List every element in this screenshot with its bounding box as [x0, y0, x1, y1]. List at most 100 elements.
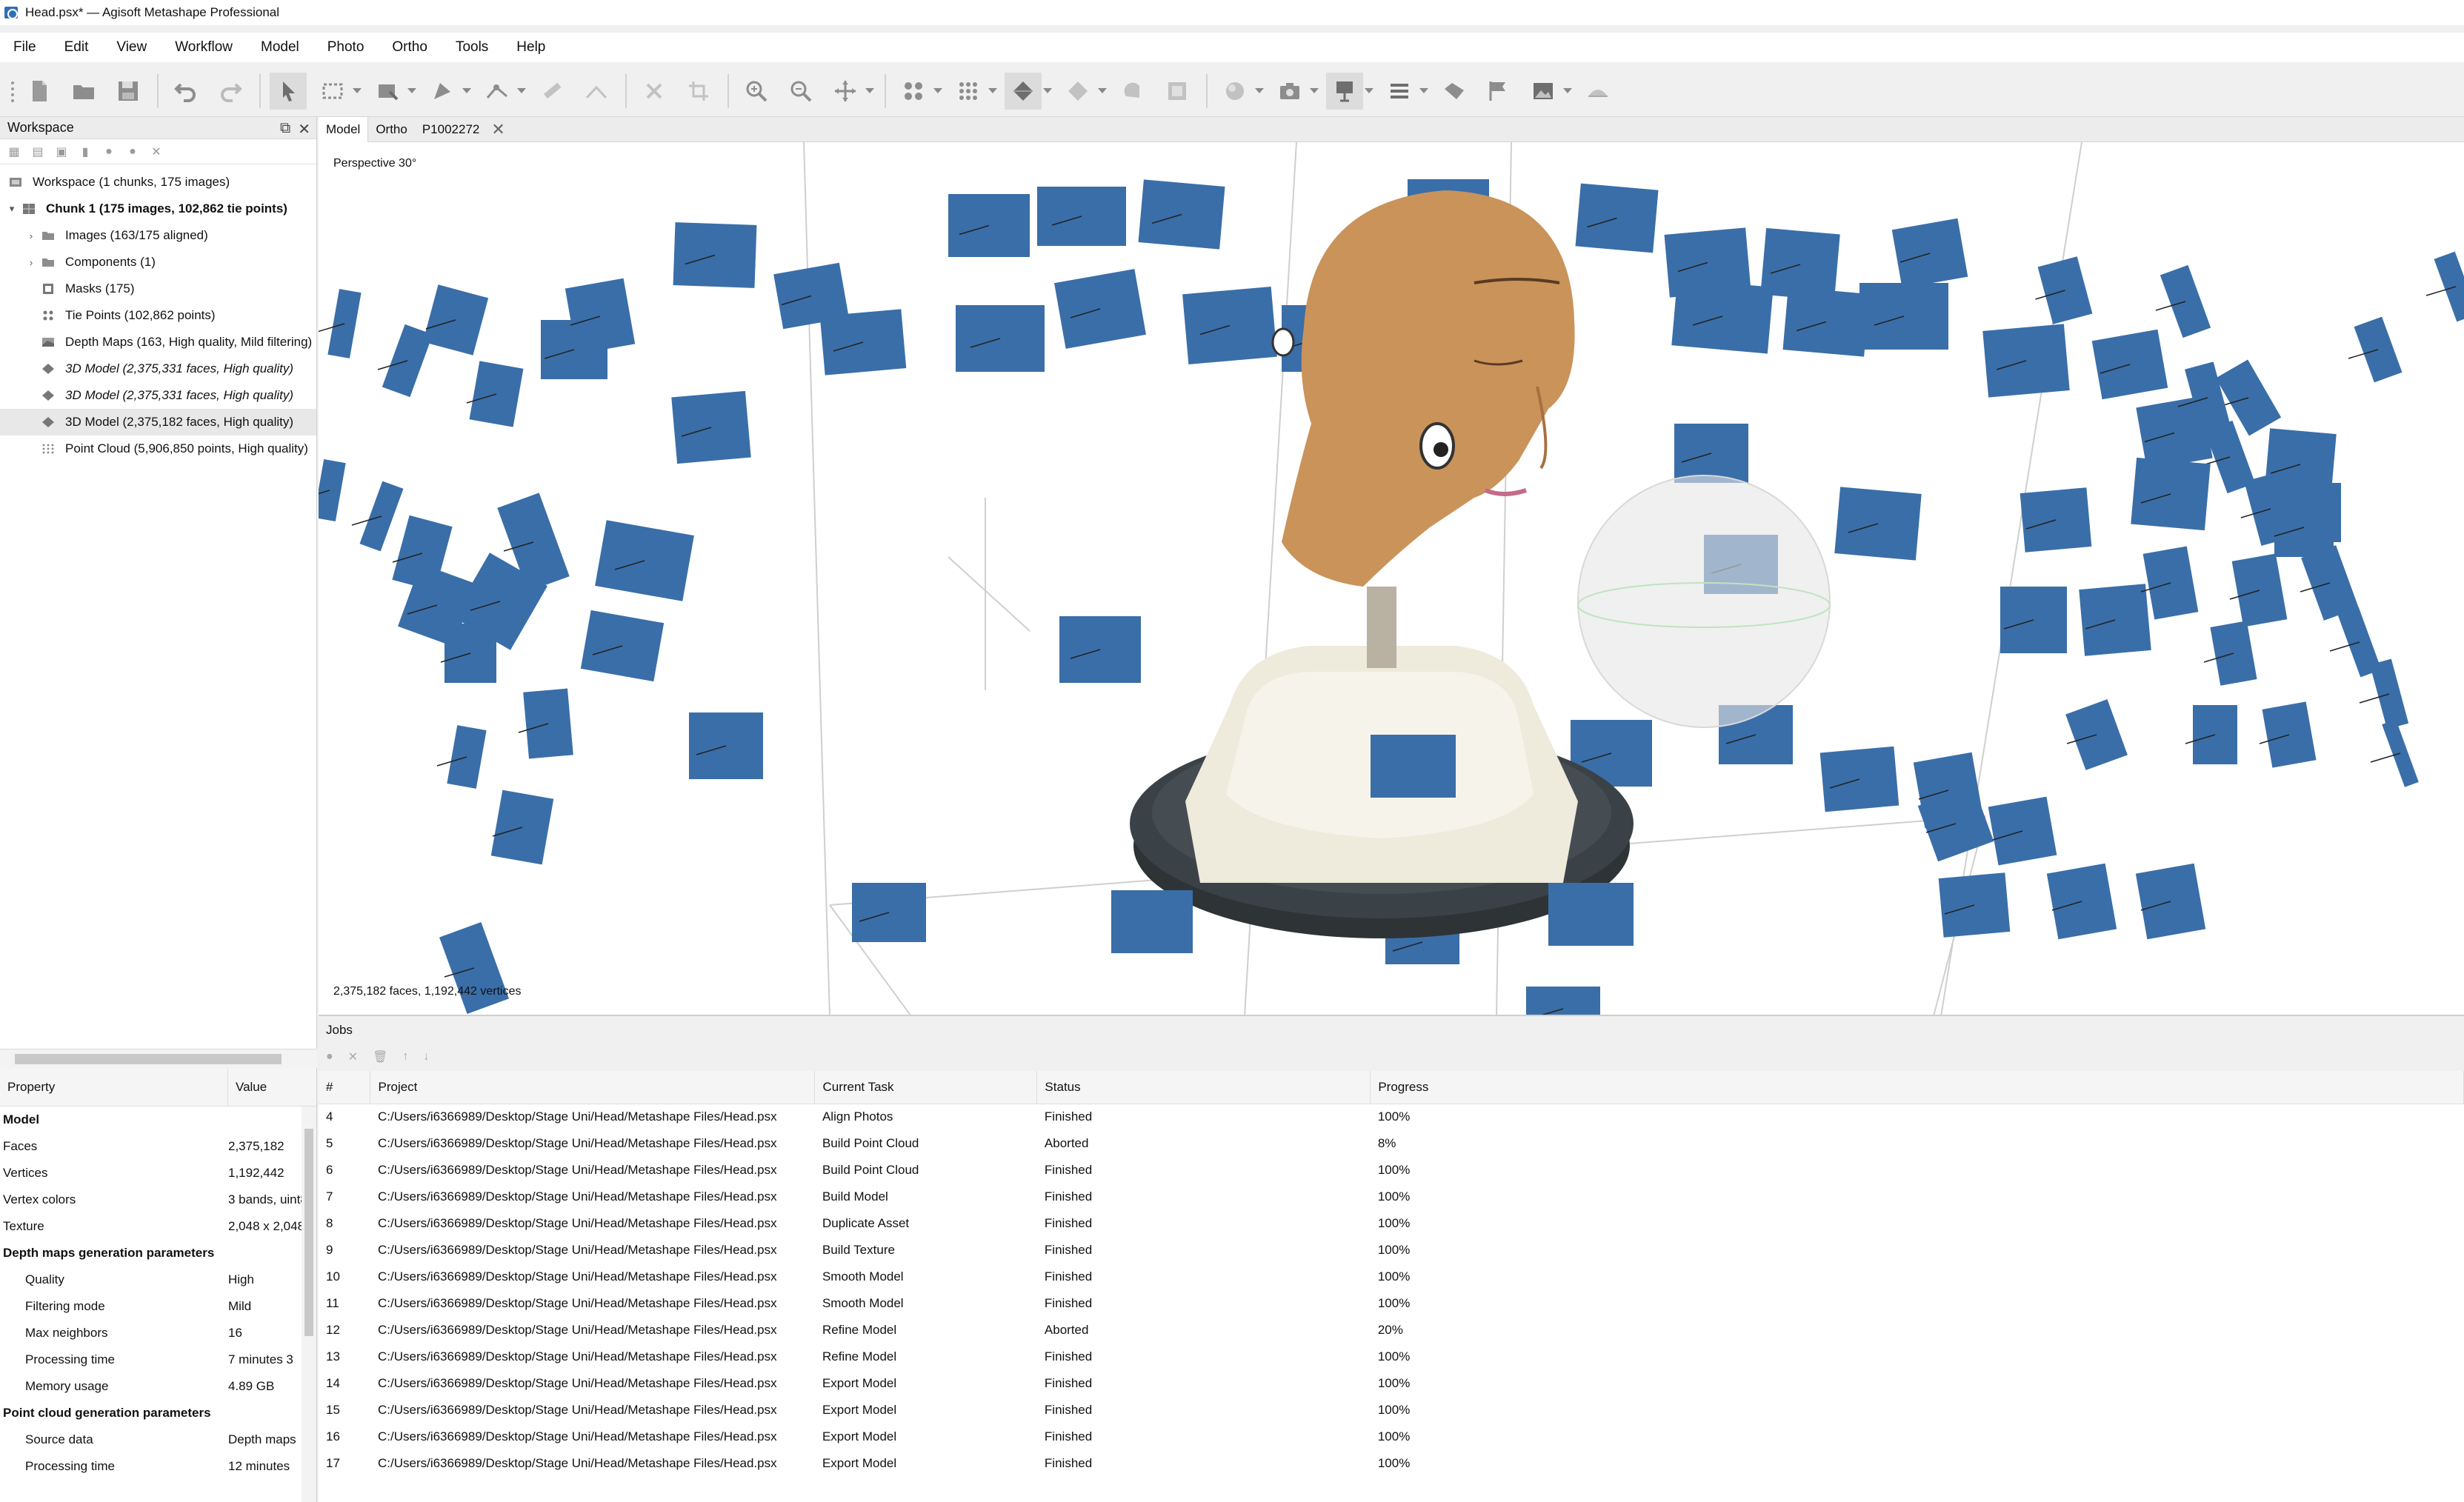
tree-item[interactable]: Point Cloud (5,906,850 points, High qual…	[0, 435, 316, 462]
markers-icon[interactable]	[1436, 73, 1473, 110]
job-row[interactable]: 17 C:/Users/i6366989/Desktop/Stage Uni/He…	[319, 1450, 2464, 1477]
expand-arrow-icon[interactable]: ▾	[3, 203, 21, 215]
tab-p1002272[interactable]: P1002272 ✕	[415, 117, 513, 142]
chevron-down-icon[interactable]	[1098, 88, 1107, 93]
tree-item[interactable]: Tie Points (102,862 points)	[0, 302, 316, 329]
column-header-progress[interactable]: Progress	[1370, 1071, 2464, 1104]
property-row[interactable]: Processing time 7 minutes 3	[0, 1346, 316, 1373]
property-row[interactable]: Filtering mode Mild	[0, 1293, 316, 1320]
new-document-icon[interactable]	[21, 73, 58, 110]
camera-plane[interactable]	[1548, 883, 1634, 946]
menu-file[interactable]: File	[13, 39, 36, 56]
tree-item[interactable]: Masks (175)	[0, 276, 316, 302]
camera-icon[interactable]	[1271, 73, 1308, 110]
redo-icon[interactable]	[212, 73, 249, 110]
property-row[interactable]: Vertices 1,192,442	[0, 1160, 316, 1186]
job-row[interactable]: 11 C:/Users/i6366989/Desktop/Stage Uni/He…	[319, 1290, 2464, 1317]
tree-item[interactable]: ▾ Chunk 1 (175 images, 102,862 tie points…	[0, 196, 316, 222]
column-header-current-task[interactable]: Current Task	[814, 1071, 1038, 1104]
move-object-icon[interactable]	[827, 73, 864, 110]
job-row[interactable]: 12 C:/Users/i6366989/Desktop/Stage Uni/He…	[319, 1317, 2464, 1344]
camera-plane[interactable]	[319, 459, 346, 521]
tree-item[interactable]: 3D Model (2,375,182 faces, High quality)	[0, 409, 316, 435]
menu-view[interactable]: View	[116, 39, 147, 56]
job-row[interactable]: 9 C:/Users/i6366989/Desktop/Stage Uni/Hea…	[319, 1237, 2464, 1264]
flags-icon[interactable]	[1480, 73, 1517, 110]
scrollbar-thumb[interactable]	[304, 1129, 313, 1336]
zoom-out-icon[interactable]	[782, 73, 819, 110]
expand-arrow-icon[interactable]: ›	[22, 257, 40, 268]
chevron-down-icon[interactable]	[517, 88, 526, 93]
zoom-in-icon[interactable]	[738, 73, 775, 110]
job-row[interactable]: 4 C:/Users/i6366989/Desktop/Stage Uni/Hea…	[319, 1104, 2464, 1130]
property-section[interactable]: Point cloud generation parameters	[0, 1400, 316, 1426]
navigation-arrow-icon[interactable]	[270, 72, 307, 110]
model-icon[interactable]	[1005, 72, 1042, 110]
menu-ortho[interactable]: Ortho	[392, 39, 427, 56]
tab-ortho[interactable]: Ortho	[368, 117, 415, 142]
property-row[interactable]: Max neighbors 16	[0, 1320, 316, 1346]
tree-item[interactable]: › Images (163/175 aligned)	[0, 222, 316, 249]
add-marker-icon[interactable]: ▮	[79, 145, 92, 158]
camera-plane[interactable]	[1371, 735, 1456, 798]
dense-selection-icon[interactable]	[369, 73, 406, 110]
solid-icon[interactable]	[1059, 73, 1096, 110]
disable-icon[interactable]: ●	[126, 145, 139, 158]
column-header-number[interactable]: #	[319, 1071, 371, 1104]
expand-arrow-icon[interactable]: ›	[22, 230, 40, 241]
chevron-down-icon[interactable]	[1255, 88, 1264, 93]
measure-icon[interactable]	[533, 73, 570, 110]
menu-model[interactable]: Model	[261, 39, 299, 56]
menu-tools[interactable]: Tools	[456, 39, 488, 56]
image-icon[interactable]	[1525, 73, 1562, 110]
menu-photo[interactable]: Photo	[327, 39, 364, 56]
undo-icon[interactable]	[167, 73, 204, 110]
column-header-status[interactable]: Status	[1036, 1071, 1371, 1104]
property-section[interactable]: Model	[0, 1107, 316, 1133]
globe-icon[interactable]	[1216, 73, 1253, 110]
chevron-down-icon[interactable]	[462, 88, 471, 93]
chevron-down-icon[interactable]	[1310, 88, 1319, 93]
tree-item[interactable]: 3D Model (2,375,331 faces, High quality)	[0, 382, 316, 409]
job-row[interactable]: 16 C:/Users/i6366989/Desktop/Stage Uni/He…	[319, 1423, 2464, 1450]
job-row[interactable]: 8 C:/Users/i6366989/Desktop/Stage Uni/Hea…	[319, 1210, 2464, 1237]
camera-plane[interactable]	[1111, 890, 1193, 953]
start-job-icon[interactable]: ●	[326, 1050, 333, 1064]
move-down-icon[interactable]: ↓	[423, 1050, 429, 1064]
tree-item[interactable]: › Components (1)	[0, 249, 316, 276]
menu-help[interactable]: Help	[516, 39, 545, 56]
column-header-project[interactable]: Project	[370, 1071, 816, 1104]
menu-workflow[interactable]: Workflow	[175, 39, 233, 56]
delete-icon[interactable]	[636, 73, 673, 110]
tab-model[interactable]: Model	[319, 116, 369, 142]
add-chunk-icon[interactable]: ▦	[7, 145, 21, 158]
points-icon[interactable]	[895, 73, 932, 110]
chevron-down-icon[interactable]	[1365, 88, 1373, 93]
property-row[interactable]: Memory usage 4.89 GB	[0, 1373, 316, 1400]
chevron-down-icon[interactable]	[353, 88, 362, 93]
dense-points-icon[interactable]	[950, 73, 987, 110]
job-row[interactable]: 15 C:/Users/i6366989/Desktop/Stage Uni/He…	[319, 1397, 2464, 1423]
property-column-header[interactable]: Property	[0, 1068, 228, 1106]
scrollbar-thumb[interactable]	[15, 1054, 282, 1064]
crop-icon[interactable]	[680, 73, 717, 110]
ruler-icon[interactable]	[479, 73, 516, 110]
job-row[interactable]: 6 C:/Users/i6366989/Desktop/Stage Uni/Hea…	[319, 1157, 2464, 1184]
cancel-job-icon[interactable]: ✕	[348, 1049, 358, 1064]
menu-edit[interactable]: Edit	[64, 39, 89, 56]
property-row[interactable]: Texture 2,048 x 2,048	[0, 1213, 316, 1240]
job-row[interactable]: 7 C:/Users/i6366989/Desktop/Stage Uni/Hea…	[319, 1184, 2464, 1210]
textured-icon[interactable]	[1114, 73, 1151, 110]
horizontal-scrollbar[interactable]	[0, 1049, 317, 1068]
close-icon[interactable]: ✕	[298, 120, 310, 138]
property-section[interactable]: Depth maps generation parameters	[0, 1240, 316, 1266]
chevron-down-icon[interactable]	[1043, 88, 1052, 93]
tree-item[interactable]: Workspace (1 chunks, 175 images)	[0, 169, 316, 196]
property-row[interactable]: Processing time 12 minutes	[0, 1453, 316, 1480]
job-row[interactable]: 10 C:/Users/i6366989/Desktop/Stage Uni/He…	[319, 1264, 2464, 1290]
open-folder-icon[interactable]	[65, 73, 102, 110]
delete-job-icon[interactable]: 🗑	[373, 1049, 387, 1064]
tree-item[interactable]: Depth Maps (163, High quality, Mild filt…	[0, 329, 316, 356]
rectangle-selection-icon[interactable]	[314, 73, 351, 110]
model-viewport[interactable]: Perspective 30° 2,375,182 faces, 1,192,4…	[319, 142, 2464, 1016]
